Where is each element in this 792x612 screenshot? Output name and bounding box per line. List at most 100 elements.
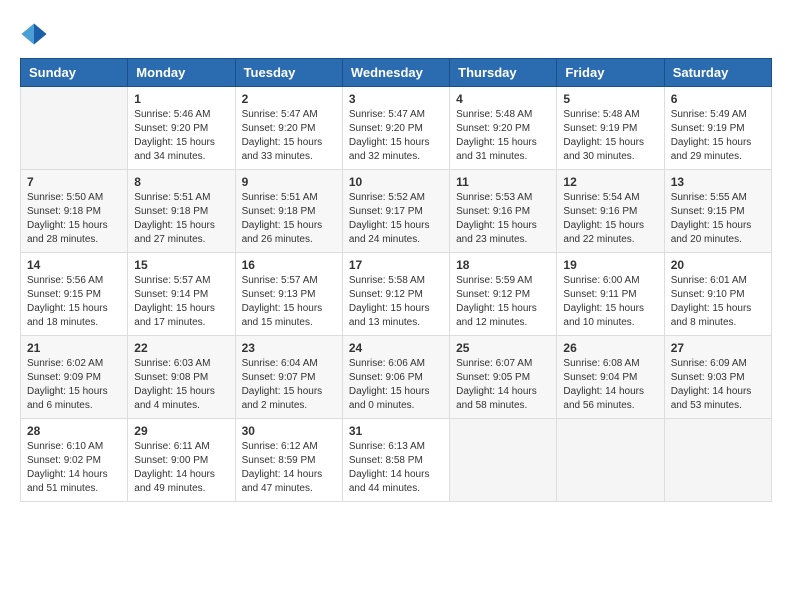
calendar-header-monday: Monday <box>128 59 235 87</box>
calendar-cell: 29 Sunrise: 6:11 AM Sunset: 9:00 PM Dayli… <box>128 419 235 502</box>
day-number: 9 <box>242 175 336 189</box>
calendar-cell: 9 Sunrise: 5:51 AM Sunset: 9:18 PM Daylig… <box>235 170 342 253</box>
calendar-cell <box>450 419 557 502</box>
cell-content: Sunrise: 6:06 AM Sunset: 9:06 PM Dayligh… <box>349 357 443 413</box>
cell-content: Sunrise: 5:58 AM Sunset: 9:12 PM Dayligh… <box>349 274 443 330</box>
calendar-header-row: SundayMondayTuesdayWednesdayThursdayFrid… <box>21 59 772 87</box>
cell-content: Sunrise: 6:07 AM Sunset: 9:05 PM Dayligh… <box>456 357 550 413</box>
calendar-cell: 25 Sunrise: 6:07 AM Sunset: 9:05 PM Dayli… <box>450 336 557 419</box>
cell-content: Sunrise: 5:47 AM Sunset: 9:20 PM Dayligh… <box>242 108 336 164</box>
calendar-cell: 14 Sunrise: 5:56 AM Sunset: 9:15 PM Dayli… <box>21 253 128 336</box>
calendar-cell: 8 Sunrise: 5:51 AM Sunset: 9:18 PM Daylig… <box>128 170 235 253</box>
day-number: 2 <box>242 92 336 106</box>
day-number: 23 <box>242 341 336 355</box>
day-number: 18 <box>456 258 550 272</box>
day-number: 31 <box>349 424 443 438</box>
day-number: 13 <box>671 175 765 189</box>
calendar-cell: 5 Sunrise: 5:48 AM Sunset: 9:19 PM Daylig… <box>557 87 664 170</box>
day-number: 28 <box>27 424 121 438</box>
day-number: 1 <box>134 92 228 106</box>
day-number: 14 <box>27 258 121 272</box>
cell-content: Sunrise: 5:49 AM Sunset: 9:19 PM Dayligh… <box>671 108 765 164</box>
calendar-header-sunday: Sunday <box>21 59 128 87</box>
cell-content: Sunrise: 6:13 AM Sunset: 8:58 PM Dayligh… <box>349 440 443 496</box>
cell-content: Sunrise: 5:51 AM Sunset: 9:18 PM Dayligh… <box>242 191 336 247</box>
calendar-cell: 20 Sunrise: 6:01 AM Sunset: 9:10 PM Dayli… <box>664 253 771 336</box>
calendar-week-1: 1 Sunrise: 5:46 AM Sunset: 9:20 PM Daylig… <box>21 87 772 170</box>
day-number: 25 <box>456 341 550 355</box>
cell-content: Sunrise: 5:52 AM Sunset: 9:17 PM Dayligh… <box>349 191 443 247</box>
calendar-cell: 10 Sunrise: 5:52 AM Sunset: 9:17 PM Dayli… <box>342 170 449 253</box>
calendar-cell <box>557 419 664 502</box>
day-number: 22 <box>134 341 228 355</box>
day-number: 5 <box>563 92 657 106</box>
cell-content: Sunrise: 5:53 AM Sunset: 9:16 PM Dayligh… <box>456 191 550 247</box>
cell-content: Sunrise: 6:02 AM Sunset: 9:09 PM Dayligh… <box>27 357 121 413</box>
calendar-header-wednesday: Wednesday <box>342 59 449 87</box>
cell-content: Sunrise: 5:46 AM Sunset: 9:20 PM Dayligh… <box>134 108 228 164</box>
logo <box>20 20 52 48</box>
cell-content: Sunrise: 6:11 AM Sunset: 9:00 PM Dayligh… <box>134 440 228 496</box>
day-number: 11 <box>456 175 550 189</box>
cell-content: Sunrise: 6:12 AM Sunset: 8:59 PM Dayligh… <box>242 440 336 496</box>
calendar-cell: 19 Sunrise: 6:00 AM Sunset: 9:11 PM Dayli… <box>557 253 664 336</box>
calendar-cell: 21 Sunrise: 6:02 AM Sunset: 9:09 PM Dayli… <box>21 336 128 419</box>
calendar-cell: 4 Sunrise: 5:48 AM Sunset: 9:20 PM Daylig… <box>450 87 557 170</box>
cell-content: Sunrise: 6:01 AM Sunset: 9:10 PM Dayligh… <box>671 274 765 330</box>
calendar-cell: 28 Sunrise: 6:10 AM Sunset: 9:02 PM Dayli… <box>21 419 128 502</box>
day-number: 8 <box>134 175 228 189</box>
cell-content: Sunrise: 5:57 AM Sunset: 9:13 PM Dayligh… <box>242 274 336 330</box>
calendar-header-friday: Friday <box>557 59 664 87</box>
day-number: 4 <box>456 92 550 106</box>
calendar-cell: 6 Sunrise: 5:49 AM Sunset: 9:19 PM Daylig… <box>664 87 771 170</box>
day-number: 15 <box>134 258 228 272</box>
calendar-week-3: 14 Sunrise: 5:56 AM Sunset: 9:15 PM Dayli… <box>21 253 772 336</box>
cell-content: Sunrise: 6:00 AM Sunset: 9:11 PM Dayligh… <box>563 274 657 330</box>
calendar-cell: 22 Sunrise: 6:03 AM Sunset: 9:08 PM Dayli… <box>128 336 235 419</box>
calendar-cell: 27 Sunrise: 6:09 AM Sunset: 9:03 PM Dayli… <box>664 336 771 419</box>
day-number: 3 <box>349 92 443 106</box>
calendar-cell: 18 Sunrise: 5:59 AM Sunset: 9:12 PM Dayli… <box>450 253 557 336</box>
calendar-week-4: 21 Sunrise: 6:02 AM Sunset: 9:09 PM Dayli… <box>21 336 772 419</box>
cell-content: Sunrise: 5:50 AM Sunset: 9:18 PM Dayligh… <box>27 191 121 247</box>
cell-content: Sunrise: 5:51 AM Sunset: 9:18 PM Dayligh… <box>134 191 228 247</box>
page-header <box>20 20 772 48</box>
calendar-table: SundayMondayTuesdayWednesdayThursdayFrid… <box>20 58 772 502</box>
cell-content: Sunrise: 5:48 AM Sunset: 9:20 PM Dayligh… <box>456 108 550 164</box>
cell-content: Sunrise: 5:47 AM Sunset: 9:20 PM Dayligh… <box>349 108 443 164</box>
calendar-cell: 23 Sunrise: 6:04 AM Sunset: 9:07 PM Dayli… <box>235 336 342 419</box>
calendar-cell: 12Sunrise: 5:54 AM Sunset: 9:16 PM Dayli… <box>557 170 664 253</box>
cell-content: Sunrise: 6:08 AM Sunset: 9:04 PM Dayligh… <box>563 357 657 413</box>
cell-content: Sunrise: 6:04 AM Sunset: 9:07 PM Dayligh… <box>242 357 336 413</box>
cell-content: Sunrise: 6:09 AM Sunset: 9:03 PM Dayligh… <box>671 357 765 413</box>
calendar-cell: 16Sunrise: 5:57 AM Sunset: 9:13 PM Dayli… <box>235 253 342 336</box>
cell-content: Sunrise: 5:59 AM Sunset: 9:12 PM Dayligh… <box>456 274 550 330</box>
day-number: 6 <box>671 92 765 106</box>
calendar-cell <box>21 87 128 170</box>
calendar-cell: 24 Sunrise: 6:06 AM Sunset: 9:06 PM Dayli… <box>342 336 449 419</box>
day-number: 19 <box>563 258 657 272</box>
calendar-week-5: 28 Sunrise: 6:10 AM Sunset: 9:02 PM Dayli… <box>21 419 772 502</box>
calendar-cell: 30Sunrise: 6:12 AM Sunset: 8:59 PM Dayli… <box>235 419 342 502</box>
calendar-header-saturday: Saturday <box>664 59 771 87</box>
logo-icon <box>20 20 48 48</box>
calendar-cell: 17Sunrise: 5:58 AM Sunset: 9:12 PM Dayli… <box>342 253 449 336</box>
day-number: 12 <box>563 175 657 189</box>
cell-content: Sunrise: 5:56 AM Sunset: 9:15 PM Dayligh… <box>27 274 121 330</box>
day-number: 21 <box>27 341 121 355</box>
day-number: 27 <box>671 341 765 355</box>
calendar-cell: 3 Sunrise: 5:47 AM Sunset: 9:20 PM Daylig… <box>342 87 449 170</box>
cell-content: Sunrise: 6:03 AM Sunset: 9:08 PM Dayligh… <box>134 357 228 413</box>
calendar-cell: 13 Sunrise: 5:55 AM Sunset: 9:15 PM Dayli… <box>664 170 771 253</box>
calendar-cell: 11 Sunrise: 5:53 AM Sunset: 9:16 PM Dayli… <box>450 170 557 253</box>
calendar-cell: 31 Sunrise: 6:13 AM Sunset: 8:58 PM Dayli… <box>342 419 449 502</box>
cell-content: Sunrise: 5:55 AM Sunset: 9:15 PM Dayligh… <box>671 191 765 247</box>
calendar-week-2: 7 Sunrise: 5:50 AM Sunset: 9:18 PM Daylig… <box>21 170 772 253</box>
day-number: 7 <box>27 175 121 189</box>
day-number: 10 <box>349 175 443 189</box>
cell-content: Sunrise: 5:48 AM Sunset: 9:19 PM Dayligh… <box>563 108 657 164</box>
day-number: 20 <box>671 258 765 272</box>
day-number: 24 <box>349 341 443 355</box>
cell-content: Sunrise: 6:10 AM Sunset: 9:02 PM Dayligh… <box>27 440 121 496</box>
day-number: 29 <box>134 424 228 438</box>
